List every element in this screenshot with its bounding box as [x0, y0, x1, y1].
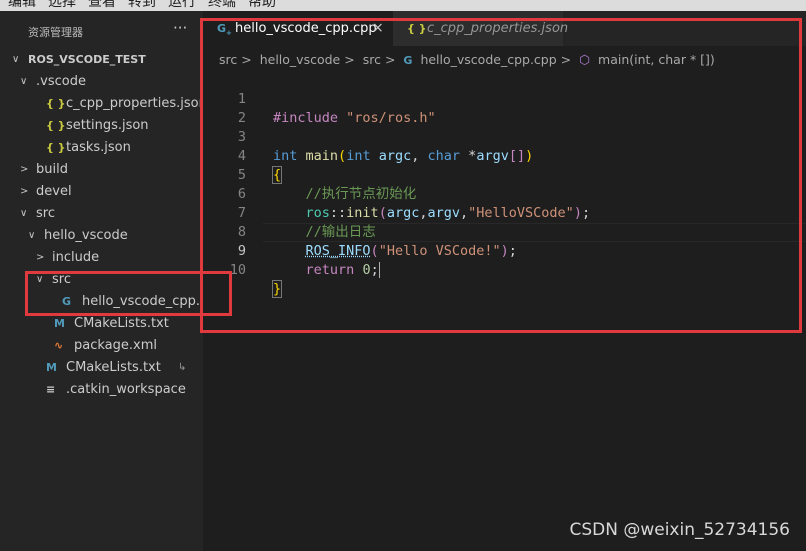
cmake-file-icon: M [46, 361, 57, 374]
tab-c-cpp-properties[interactable]: { } c_cpp_properties.json [393, 11, 568, 46]
chevron-down-icon: ∨ [20, 76, 28, 87]
tab-bar: G+ hello_vscode_cpp.cpp × { } c_cpp_prop… [203, 11, 806, 46]
tree-folder[interactable]: ∨ hello_vscode [0, 225, 203, 247]
menu-item[interactable]: 查看 [88, 0, 116, 10]
tree-item-label: package.xml [74, 338, 157, 353]
code-line: 7 //输出日志 [203, 185, 806, 240]
code-line: 3 int main(int argc, char *argv[]) [203, 109, 806, 164]
tree-item-label: tasks.json [66, 140, 131, 155]
chevron-right-icon: > [560, 52, 572, 67]
menu-item[interactable]: 选择 [48, 0, 76, 10]
tree-item-label: include [52, 250, 100, 265]
cpp-file-icon: G [62, 295, 72, 308]
tree-folder[interactable]: ∨ src [0, 269, 203, 291]
chevron-right-icon: > [20, 164, 29, 175]
chevron-right-icon: > [36, 252, 45, 263]
chevron-down-icon: ∨ [28, 230, 36, 241]
menu-item[interactable]: 终端 [208, 0, 236, 10]
code-line: 5 //执行节点初始化 [203, 147, 806, 202]
tab-label: c_cpp_properties.json [427, 21, 569, 36]
menu-item[interactable]: 编辑 [8, 0, 36, 10]
tree-item-label: .catkin_workspace [66, 382, 186, 397]
tree-item-label: settings.json [66, 118, 149, 133]
code-line: 10 } [203, 242, 806, 298]
chevron-down-icon: ∨ [20, 208, 28, 219]
text-file-icon: ≡ [46, 383, 56, 396]
tree-item-label: src [52, 272, 71, 287]
tree-file[interactable]: { } tasks.json [0, 137, 203, 159]
menu-bar: 编辑 选择 查看 转到 运行 终端 帮助 [0, 0, 806, 11]
tree-file[interactable]: { } settings.json [0, 115, 203, 137]
symlink-icon: ↳ [178, 362, 187, 373]
breadcrumb-item[interactable]: hello_vscode_cpp.cpp [420, 52, 556, 67]
tree-item-label: src [36, 206, 55, 221]
menu-item[interactable]: 运行 [168, 0, 196, 10]
menu-item[interactable]: 帮助 [248, 0, 276, 10]
tree-item-label: CMakeLists.txt [74, 316, 169, 331]
code-line: 9 return 0; [203, 223, 806, 278]
chevron-right-icon: > [20, 186, 29, 197]
explorer-sidebar: 资源管理器 ··· ∨ ROS_VSCODE_TEST ∨ .vscode{ } c_c… [0, 11, 224, 551]
close-icon[interactable]: × [372, 11, 384, 46]
xml-file-icon: ∿ [54, 339, 64, 352]
tree-folder[interactable]: > build [0, 159, 203, 181]
tree-item-label: c_cpp_properties.json [66, 96, 207, 111]
chevron-right-icon: > [344, 52, 355, 67]
tree-item-label: build [36, 162, 68, 177]
breadcrumb-item[interactable]: hello_vscode [260, 52, 341, 67]
tree-file[interactable]: Ghello_vscode_cpp.cpp [0, 291, 224, 313]
json-file-icon: { } [46, 119, 66, 132]
watermark: CSDN @weixin_52734156 [569, 520, 790, 540]
code-line: 6 ros::init(argc,argv,"HelloVSCode"); [203, 166, 806, 221]
code-line: 8 ROS_INFO("Hello VSCode!"); [203, 204, 806, 259]
cmake-file-icon: M [54, 317, 65, 330]
chevron-down-icon: ∨ [36, 274, 44, 285]
menu-item[interactable]: 转到 [128, 0, 156, 10]
tree-item-label: hello_vscode [44, 228, 128, 243]
json-file-icon: { } [46, 141, 66, 154]
chevron-right-icon: > [384, 52, 396, 67]
chevron-down-icon: ∨ [12, 54, 20, 65]
breadcrumb-item[interactable]: src [363, 52, 381, 67]
more-actions-icon[interactable]: ··· [173, 19, 187, 37]
explorer-title: 资源管理器 [28, 26, 83, 39]
json-file-icon: { } [46, 97, 66, 110]
tab-label: hello_vscode_cpp.cpp [235, 21, 377, 36]
breadcrumb-item[interactable]: main(int, char * []) [598, 52, 715, 67]
tree-folder[interactable]: ∨ ROS_VSCODE_TEST [0, 49, 203, 71]
tree-file[interactable]: ∿ package.xml [0, 335, 203, 357]
tree-folder[interactable]: > devel [0, 181, 203, 203]
breadcrumb-item[interactable]: src [219, 52, 237, 67]
tree-item-label: ROS_VSCODE_TEST [28, 53, 146, 66]
code-line: 1 #include "ros/ros.h" [203, 71, 806, 126]
chevron-right-icon: > [241, 52, 252, 67]
code-line: 4 { [203, 128, 806, 184]
tree-folder[interactable]: > include [0, 247, 203, 269]
tree-folder[interactable]: ∨ src [0, 203, 203, 225]
tree-item-label: CMakeLists.txt [66, 360, 161, 375]
editor-area: G+ hello_vscode_cpp.cpp × { } c_cpp_prop… [203, 11, 806, 551]
tab-hello-vscode-cpp[interactable]: G+ hello_vscode_cpp.cpp × [203, 11, 393, 46]
line-number: 10 [229, 262, 246, 278]
tree-folder[interactable]: ∨ .vscode [0, 71, 203, 93]
tree-item-label: devel [36, 184, 72, 199]
tree-item-label: .vscode [36, 74, 86, 89]
breadcrumb: src > hello_vscode > src > G hello_vscode_c… [219, 52, 719, 67]
cpp-file-icon: G [403, 54, 413, 67]
symbol-method-icon: ⬡ [579, 52, 591, 67]
cpp-file-icon: G+ [217, 22, 232, 38]
tree-file[interactable]: ≡ .catkin_workspace [0, 379, 203, 401]
tree-file[interactable]: { } c_cpp_properties.json [0, 93, 207, 115]
json-file-icon: { } [407, 22, 427, 35]
tree-file[interactable]: M CMakeLists.txt ↳ [0, 357, 203, 379]
tree-file[interactable]: M CMakeLists.txt [0, 313, 203, 335]
code-line: 2 [203, 90, 806, 126]
